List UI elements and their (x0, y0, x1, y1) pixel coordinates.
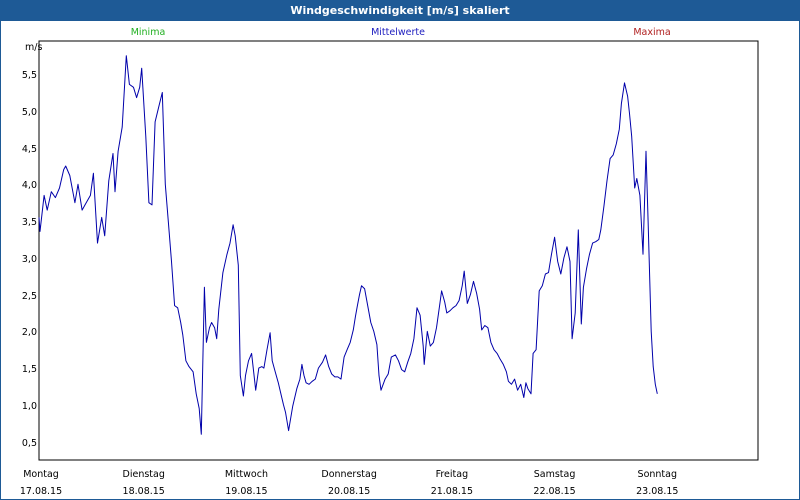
chart-window: Windgeschwindigkeit [m/s] skaliert 0,5 1,… (0, 0, 800, 500)
wind-speed-chart: 0,5 1,0 1,5 2,0 2,5 3,0 3,5 4,0 4,5 5,0 5,5 m/s Mont… (20, 27, 759, 497)
y-tick-label: 0,5 (22, 438, 37, 449)
x-tick-day: Donnerstag (321, 469, 376, 480)
y-tick-label: 3,0 (22, 254, 37, 265)
y-axis-label: m/s (25, 42, 42, 53)
y-tick-label: 2,0 (22, 327, 37, 338)
x-tick-day: Samstag (534, 469, 576, 480)
x-tick-day: Sonntag (638, 469, 677, 480)
y-tick-label: 3,5 (22, 217, 37, 228)
x-tick-day: Mittwoch (225, 469, 268, 480)
x-tick-day: Dienstag (123, 469, 165, 480)
x-tick-date: 21.08.15 (431, 486, 473, 497)
legend-maxima: Maxima (633, 27, 670, 38)
plot-frame (38, 40, 759, 461)
x-tick-day: Freitag (436, 469, 469, 480)
x-tick-date: 22.08.15 (533, 486, 575, 497)
y-tick-label: 4,5 (22, 144, 37, 155)
x-tick-date: 20.08.15 (328, 486, 370, 497)
legend-minima: Minima (131, 27, 166, 38)
x-tick-date: 19.08.15 (225, 486, 267, 497)
x-tick-date: 18.08.15 (123, 486, 165, 497)
y-tick-label: 1,5 (22, 364, 37, 375)
y-tick-label: 5,5 (22, 70, 37, 81)
y-tick-label: 2,5 (22, 291, 37, 302)
x-tick-day: Montag (23, 469, 59, 480)
axes (38, 40, 759, 461)
y-tick-label: 5,0 (22, 107, 37, 118)
y-tick-label: 4,0 (22, 180, 37, 191)
y-tick-label: 1,0 (22, 401, 37, 412)
x-tick-date: 23.08.15 (636, 486, 678, 497)
x-tick-date: 17.08.15 (20, 486, 62, 497)
legend-mittelwerte: Mittelwerte (371, 27, 425, 38)
